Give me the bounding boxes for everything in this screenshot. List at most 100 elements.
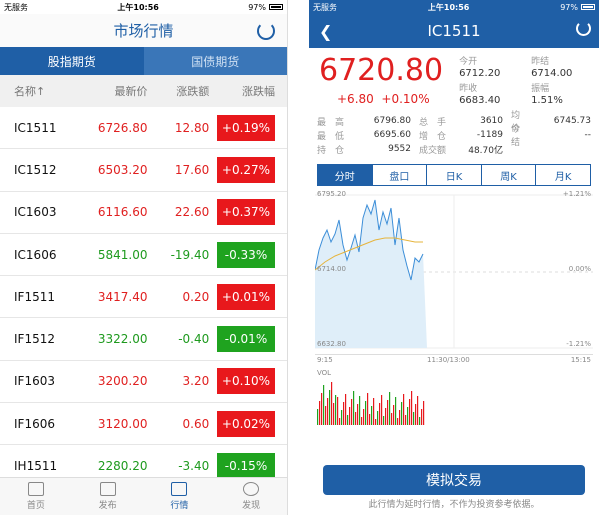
change-amount: -0.40 (178, 332, 210, 347)
change-pct-cell: +0.27% (209, 156, 287, 183)
volume-bar (401, 402, 403, 425)
pct-mid-label: 0.00% (568, 265, 591, 273)
volume-bar (399, 410, 401, 425)
col-price-header[interactable]: 最新价 (75, 83, 147, 99)
prev-close-label: 昨收 (459, 83, 478, 94)
stat-value: 9552 (388, 144, 411, 154)
tab-label: 首页 (26, 501, 45, 511)
nav-bar: ❮ IC1511 (309, 14, 599, 48)
detail-header: 无服务 上午10:56 97% ❮ IC1511 (309, 0, 599, 48)
volume-bar (343, 402, 345, 425)
change-amount: 0.20 (182, 289, 210, 304)
col-name-header[interactable]: 名称↑ (0, 83, 75, 99)
change-pct-cell: -0.33% (209, 241, 287, 268)
tab-market[interactable]: 行情 (144, 478, 216, 515)
tab-label: 发现 (242, 501, 261, 511)
intraday-chart[interactable]: 6795.20 6714.00 6632.80 +1.21% 0.00% -1.… (315, 190, 593, 355)
volume-bar (397, 418, 399, 425)
volume-bar (339, 418, 341, 425)
page-title: 市场行情 (113, 22, 174, 40)
stats-table: 最 高 6796.80 总 手 3610 均 价 6745.73 最 低 6695.60… (309, 110, 599, 156)
stat-label: 成交额 (419, 145, 447, 156)
contract-name: IF1511 (14, 289, 55, 304)
pct-low-label: -1.21% (566, 340, 591, 348)
volume-bar (375, 419, 377, 425)
table-row[interactable]: IF1606 3120.00 0.60 +0.02% (0, 403, 287, 446)
price-area (315, 200, 427, 348)
tab-publish[interactable]: 发布 (72, 478, 144, 515)
last-price: 6116.60 (97, 205, 148, 220)
change-pct-badge: -0.33% (217, 241, 275, 268)
change-amount: 0.60 (182, 416, 210, 431)
open-value: 6712.20 (459, 68, 501, 80)
segment-index-futures[interactable]: 股指期货 (0, 47, 144, 75)
volume-bar (389, 392, 391, 425)
stat-label: 最 高 (317, 117, 345, 128)
table-row[interactable]: IF1603 3200.20 3.20 +0.10% (0, 361, 287, 404)
volume-bar (407, 407, 409, 425)
prev-settle-value: 6714.00 (531, 68, 573, 80)
contract-name: IC1512 (14, 162, 57, 177)
last-price: 2280.20 (97, 459, 148, 474)
refresh-icon[interactable] (576, 21, 591, 36)
change-pct-cell: -0.01% (209, 326, 287, 353)
time-start-label: 9:15 (317, 356, 333, 364)
status-bar: 无服务 上午10:56 97% (0, 0, 287, 14)
refresh-icon[interactable] (257, 22, 275, 40)
volume-bar (365, 401, 367, 425)
change-pct-badge: +0.27% (217, 156, 275, 183)
stat-label: 总 手 (419, 117, 447, 128)
stats-row: 最 高 6796.80 总 手 3610 均 价 6745.73 (317, 111, 591, 134)
tab-label: 行情 (170, 501, 189, 511)
tab-weekly-k[interactable]: 周K (482, 165, 537, 185)
amplitude-value: 1.51% (531, 94, 563, 106)
last-price: 5841.00 (97, 247, 148, 262)
table-row[interactable]: IC1606 5841.00 -19.40 -0.33% (0, 234, 287, 277)
stat-value: -1189 (476, 130, 503, 140)
table-row[interactable]: IC1603 6116.60 22.60 +0.37% (0, 192, 287, 234)
last-price: 6726.80 (97, 120, 148, 135)
volume-bar (369, 414, 371, 425)
last-price: 3322.00 (97, 332, 148, 347)
delay-disclaimer: 此行情为延时行情，不作为投资参考依据。 (368, 500, 540, 510)
contract-detail-screen: 无服务 上午10:56 97% ❮ IC1511 6720.80 +6.80 +… (309, 0, 599, 515)
change-amount: 3.20 (182, 374, 210, 389)
col-pct-header[interactable]: 涨跌幅 (209, 83, 287, 99)
volume-label: VOL (317, 369, 332, 377)
volume-bar (411, 391, 413, 425)
pct-high-label: +1.21% (562, 190, 591, 198)
table-row[interactable]: IF1511 3417.40 0.20 +0.01% (0, 276, 287, 319)
tab-daily-k[interactable]: 日K (427, 165, 482, 185)
simulated-trade-button[interactable]: 模拟交易 (323, 465, 585, 495)
time-end-label: 15:15 (570, 356, 591, 364)
amplitude-label: 振幅 (531, 83, 550, 94)
home-icon (27, 482, 44, 496)
segment-bond-futures[interactable]: 国债期货 (143, 47, 287, 75)
tab-home[interactable]: 首页 (0, 478, 72, 515)
table-row[interactable]: IF1512 3322.00 -0.40 -0.01% (0, 318, 287, 361)
volume-bar (331, 382, 333, 425)
market-list-screen: 无服务 上午10:56 97% 市场行情 股指期货 国债期货 名称↑ 最新价 涨… (0, 0, 288, 515)
tab-monthly-k[interactable]: 月K (536, 165, 590, 185)
tab-discover[interactable]: 发现 (215, 478, 287, 515)
back-chevron-icon[interactable]: ❮ (319, 22, 332, 41)
table-header: 名称↑ 最新价 涨跌额 涨跌幅 (0, 75, 287, 107)
change-value: +6.80 (337, 92, 374, 106)
tab-bar: 首页 发布 行情 发现 (0, 477, 287, 515)
change-amount: 17.60 (174, 162, 210, 177)
battery-label: 97% (248, 2, 266, 12)
time-mid-label: 11:30/13:00 (427, 356, 470, 364)
table-row[interactable]: IC1511 6726.80 12.80 +0.19% (0, 107, 287, 150)
col-change-header[interactable]: 涨跌额 (147, 83, 209, 99)
contract-title: IC1511 (427, 22, 481, 40)
prev-close-value: 6683.40 (459, 94, 501, 106)
clock-label: 上午10:56 (117, 2, 159, 12)
tab-intraday[interactable]: 分时 (318, 165, 373, 185)
change-pct-cell: +0.01% (209, 283, 287, 310)
volume-bar (357, 404, 359, 425)
tab-orderbook[interactable]: 盘口 (373, 165, 428, 185)
contract-name: IF1603 (14, 374, 55, 389)
volume-bar (413, 412, 415, 425)
carrier-label: 无服务 (313, 2, 337, 12)
table-row[interactable]: IC1512 6503.20 17.60 +0.27% (0, 149, 287, 192)
